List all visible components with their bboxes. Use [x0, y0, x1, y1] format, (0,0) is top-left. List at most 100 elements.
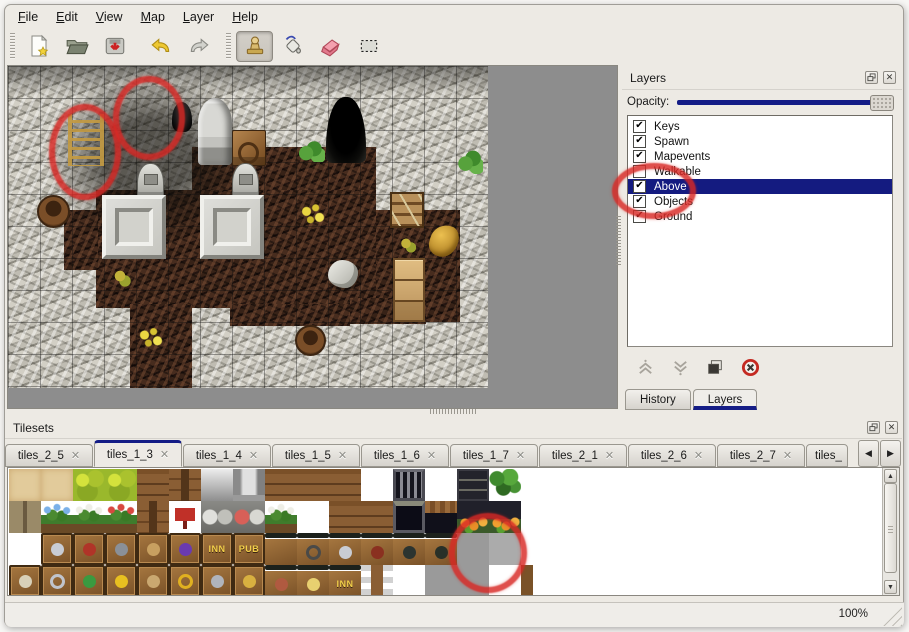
tile-cell-post[interactable]	[361, 565, 393, 596]
layer-row-walkable[interactable]: Walkable	[628, 164, 892, 179]
vertical-splitter[interactable]	[616, 216, 621, 266]
tile-cell-brownbit[interactable]	[521, 565, 553, 596]
tile-cell-fencepost[interactable]	[137, 501, 169, 533]
layer-row-keys[interactable]: ✔Keys	[628, 119, 892, 134]
tile-cell-bush[interactable]	[73, 469, 105, 501]
tile-cell-sign[interactable]	[41, 565, 73, 596]
tileset-scrollbar[interactable]: ▲ ▼	[882, 468, 899, 595]
layer-visibility-checkbox[interactable]: ✔	[633, 135, 646, 148]
tile-cell-awning[interactable]	[425, 501, 457, 533]
tile-cell-sign[interactable]	[9, 565, 41, 596]
layer-row-objects[interactable]: ✔Objects	[628, 194, 892, 209]
tile-cell-gray[interactable]	[457, 565, 489, 596]
tile-cell-greenplants[interactable]	[489, 469, 521, 501]
tileset-tab-tiles_2_7[interactable]: tiles_2_7✕	[717, 444, 805, 467]
layer-visibility-checkbox[interactable]: ✔	[633, 180, 646, 193]
tile-cell-sign[interactable]	[201, 565, 233, 596]
stamp-tool-button[interactable]	[236, 31, 273, 62]
close-tab-icon[interactable]: ✕	[516, 449, 525, 462]
tile-cell-fence[interactable]	[329, 501, 361, 533]
select-tool-button[interactable]	[350, 31, 387, 62]
tile-cell-fb[interactable]	[105, 501, 137, 533]
tile-cell-sand[interactable]	[41, 469, 73, 501]
tile-cell-sign[interactable]	[105, 533, 137, 565]
layer-row-spawn[interactable]: ✔Spawn	[628, 134, 892, 149]
horizontal-splitter[interactable]	[430, 409, 476, 414]
tile-cell-gray[interactable]	[457, 533, 489, 565]
layer-visibility-checkbox[interactable]: ✔	[633, 195, 646, 208]
tile-cell-archesred[interactable]	[233, 501, 265, 533]
toolbar-handle[interactable]	[10, 33, 15, 59]
close-tab-icon[interactable]: ✕	[249, 449, 258, 462]
tile-cell-fb[interactable]	[265, 501, 297, 533]
layer-row-mapevents[interactable]: ✔Mapevents	[628, 149, 892, 164]
opacity-slider-handle[interactable]	[870, 95, 894, 111]
layer-row-ground[interactable]: ✔Ground	[628, 209, 892, 224]
close-tab-icon[interactable]: ✕	[338, 449, 347, 462]
tile-cell-hang[interactable]	[329, 533, 361, 565]
layer-visibility-checkbox[interactable]: ✔	[633, 150, 646, 163]
tile-cell-hang[interactable]	[265, 533, 297, 565]
tileset-tab-tiles_1_4[interactable]: tiles_1_4✕	[183, 444, 271, 467]
tile-cell-fb[interactable]	[73, 501, 105, 533]
close-panel-icon[interactable]: ✕	[885, 421, 898, 434]
tile-cell-fence[interactable]	[137, 469, 169, 501]
tile-cell-sign[interactable]	[137, 565, 169, 596]
tile-cell-sign[interactable]	[73, 533, 105, 565]
layer-visibility-checkbox[interactable]: ✔	[633, 210, 646, 223]
tile-cell-hang[interactable]	[361, 533, 393, 565]
layer-visibility-checkbox[interactable]	[633, 165, 646, 178]
save-button[interactable]	[96, 31, 133, 62]
scroll-down-button[interactable]: ▼	[884, 580, 897, 594]
tile-cell-fb[interactable]	[41, 501, 73, 533]
tile-cell-gray2[interactable]	[489, 533, 521, 565]
tileset-tab-tiles_2_5[interactable]: tiles_2_5✕	[5, 444, 93, 467]
tileset-tab-tiles_1_5[interactable]: tiles_1_5✕	[272, 444, 360, 467]
tile-cell-sign[interactable]	[169, 565, 201, 596]
scroll-tabs-left-button[interactable]: ◀	[858, 440, 879, 467]
scroll-up-button[interactable]: ▲	[884, 469, 897, 483]
tile-cell-arches[interactable]	[201, 501, 233, 533]
layer-visibility-checkbox[interactable]: ✔	[633, 120, 646, 133]
tile-cell-gray[interactable]	[425, 565, 457, 596]
close-panel-icon[interactable]: ✕	[883, 71, 896, 84]
tile-cell-fencepost[interactable]	[169, 469, 201, 501]
tile-cell-grayslope[interactable]	[201, 469, 233, 501]
tilesheet-area[interactable]: INNPUBINN ▲ ▼	[7, 467, 900, 596]
opacity-slider[interactable]	[677, 94, 894, 110]
resize-grip[interactable]	[882, 606, 902, 626]
tile-cell-hang[interactable]	[297, 533, 329, 565]
tile-cell-hang-inn[interactable]: INN	[329, 565, 361, 596]
tileset-tab-tiles_1_3[interactable]: tiles_1_3✕	[94, 440, 182, 467]
menu-item-view[interactable]: View	[88, 8, 131, 28]
tile-cell-fence[interactable]	[361, 501, 393, 533]
new-file-button[interactable]	[20, 31, 57, 62]
menu-item-help[interactable]: Help	[224, 8, 266, 28]
tile-cell-darkbars[interactable]	[393, 469, 425, 501]
tileset-tab-tiles_1_6[interactable]: tiles_1_6✕	[361, 444, 449, 467]
undo-button[interactable]	[142, 31, 179, 62]
tile-cell-fence[interactable]	[329, 469, 361, 501]
tile-cell-bush[interactable]	[105, 469, 137, 501]
tileset-tab-tiles[interactable]: tiles_	[806, 444, 848, 467]
close-tab-icon[interactable]: ✕	[160, 448, 169, 461]
tile-cell-pillar[interactable]	[233, 469, 265, 501]
tab-layers[interactable]: Layers	[693, 389, 758, 410]
tileset-tab-tiles_2_1[interactable]: tiles_2_1✕	[539, 444, 627, 467]
close-tab-icon[interactable]: ✕	[694, 449, 703, 462]
tile-cell-sign-inn[interactable]: INN	[201, 533, 233, 565]
menu-item-map[interactable]: Map	[133, 8, 173, 28]
menu-item-edit[interactable]: Edit	[48, 8, 86, 28]
tile-cell-shutter[interactable]	[9, 501, 41, 533]
menu-item-layer[interactable]: Layer	[175, 8, 222, 28]
fill-tool-button[interactable]	[274, 31, 311, 62]
menu-item-file[interactable]: File	[10, 8, 46, 28]
move-layer-down-button[interactable]	[670, 357, 690, 377]
duplicate-layer-button[interactable]	[705, 357, 725, 377]
tile-cell-hang[interactable]	[297, 565, 329, 596]
tile-cell-sign[interactable]	[169, 533, 201, 565]
float-panel-icon[interactable]	[865, 71, 878, 84]
toolbar-handle[interactable]	[226, 33, 231, 59]
scroll-tabs-right-button[interactable]: ▶	[880, 440, 901, 467]
tile-cell-sign-pub[interactable]: PUB	[233, 533, 265, 565]
